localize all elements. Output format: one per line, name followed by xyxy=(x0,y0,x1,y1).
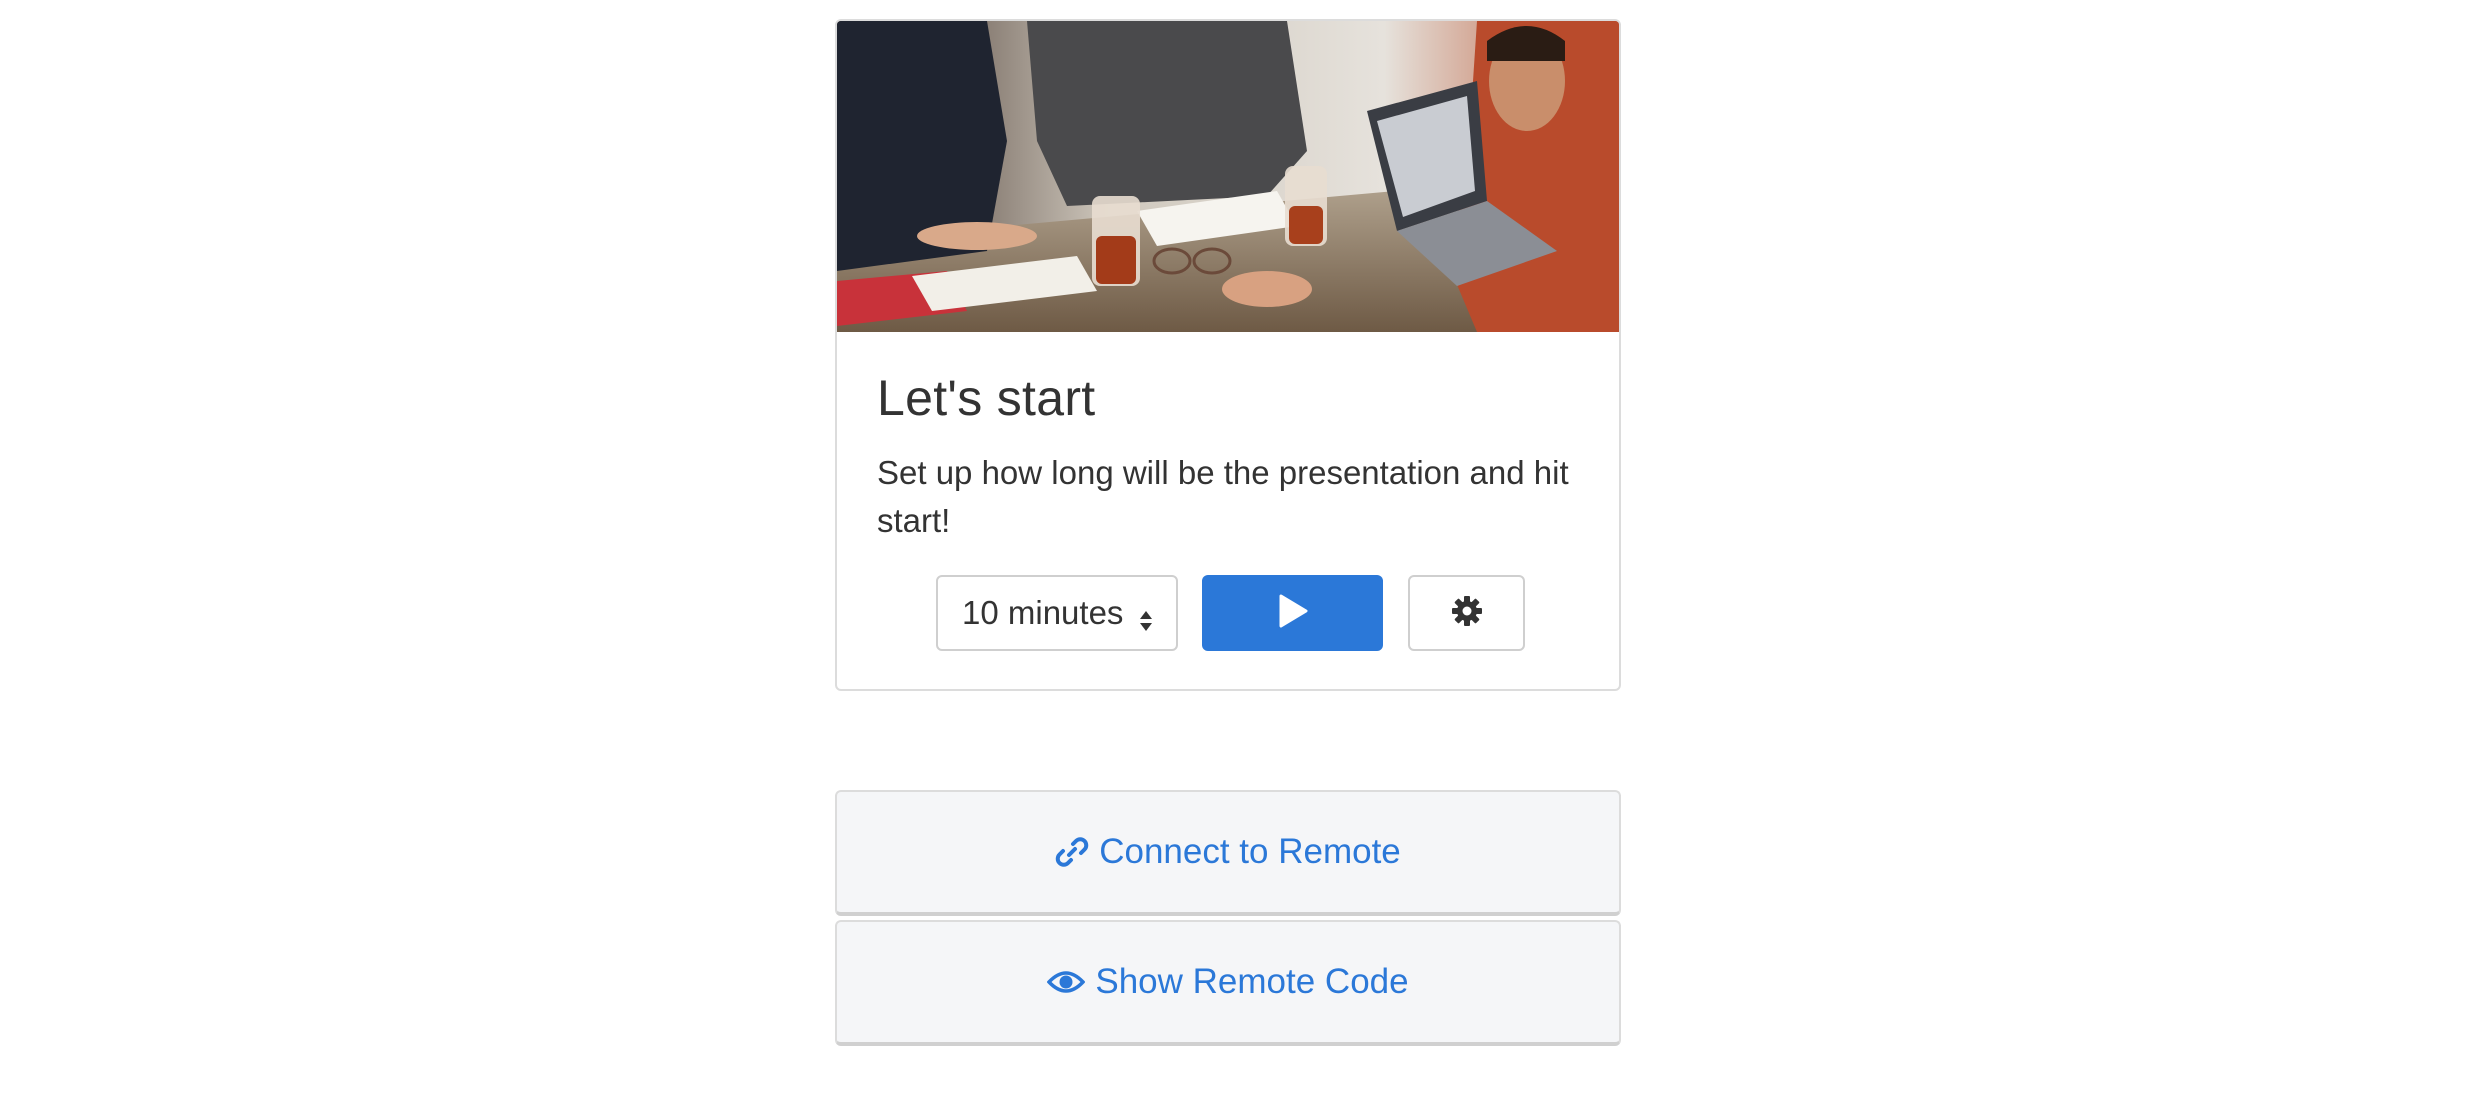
connect-to-remote-label: Connect to Remote xyxy=(1099,832,1401,871)
controls-row: 10 minutes xyxy=(837,575,1619,651)
eye-icon xyxy=(1047,968,1086,996)
play-icon xyxy=(1278,594,1308,633)
card-title: Let's start xyxy=(877,370,1096,426)
duration-select-value: 10 minutes xyxy=(962,594,1124,631)
show-remote-code-label: Show Remote Code xyxy=(1095,962,1409,1001)
card-description: Set up how long will be the presentation… xyxy=(877,454,1569,539)
settings-button[interactable] xyxy=(1408,575,1525,651)
page: Let's start Set up how long will be the … xyxy=(0,0,2466,1108)
duration-select[interactable]: 10 minutes xyxy=(936,575,1178,651)
card-header-image xyxy=(837,21,1619,332)
link-icon xyxy=(1055,835,1089,869)
show-remote-code-button[interactable]: Show Remote Code xyxy=(835,920,1621,1046)
start-card: Let's start Set up how long will be the … xyxy=(835,19,1621,691)
gear-icon xyxy=(1451,595,1483,632)
start-button[interactable] xyxy=(1202,575,1383,651)
sort-caret-icon xyxy=(1138,603,1154,641)
connect-to-remote-button[interactable]: Connect to Remote xyxy=(835,790,1621,916)
